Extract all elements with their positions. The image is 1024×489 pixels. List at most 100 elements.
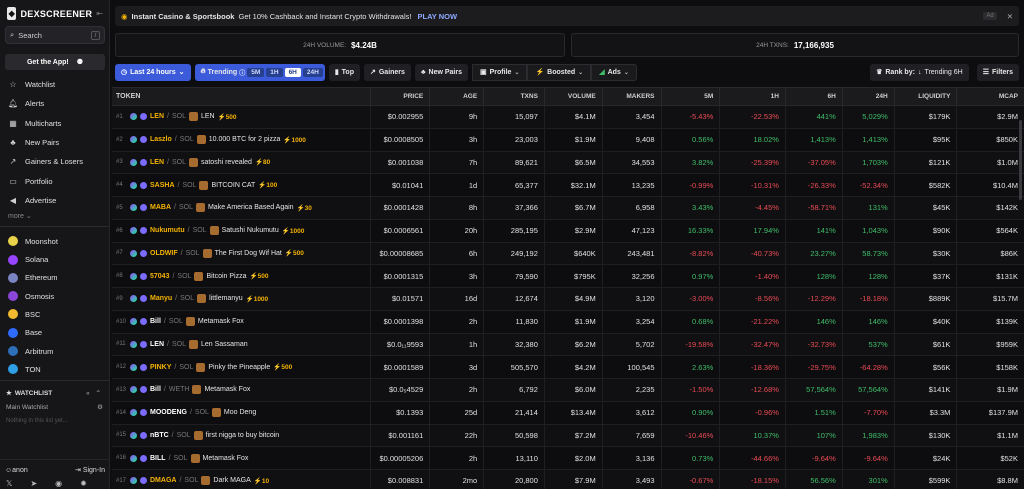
scrollbar[interactable] — [1019, 120, 1022, 200]
sign-in-button[interactable]: ⇥ Sign-In — [75, 466, 105, 474]
gainers-label: Gainers — [378, 68, 405, 76]
chain-item-solana[interactable]: Solana — [0, 250, 109, 268]
table-row[interactable]: #7 OLDWIF / SOL The First Dog Wif Hat ⚡50… — [112, 242, 1024, 266]
boosted-filter[interactable]: ⚡ Boosted ⌄ — [527, 63, 592, 81]
table-row[interactable]: #12 PINKY / SOL Pinky the Pineapple ⚡500 $… — [112, 356, 1024, 379]
token-cell[interactable]: #16 BILL / SOL Metamask Fox — [112, 447, 370, 469]
chain-item-moonshot[interactable]: Moonshot — [0, 232, 109, 250]
table-row[interactable]: #8 57043 / SOL Bitcoin Pizza ⚡500 $0.00013… — [112, 265, 1024, 288]
change-m5-cell: 0.97% — [660, 265, 720, 287]
watchlist-toggle-icon[interactable]: « ⌃ — [86, 389, 103, 397]
collapse-sidebar-icon[interactable]: ⇤ — [96, 9, 103, 18]
discord-icon[interactable]: ◉ — [55, 479, 62, 488]
column-header-mcap[interactable]: MCAP — [956, 87, 1024, 106]
token-cell[interactable]: #8 57043 / SOL Bitcoin Pizza ⚡500 — [112, 265, 370, 287]
token-cell[interactable]: #5 MABA / SOL Make America Based Again ⚡3… — [112, 197, 370, 219]
token-cell[interactable]: #6 Nukumutu / SOL Satushi Nukumutu ⚡1000 — [112, 220, 370, 242]
column-header-1h[interactable]: 1H — [719, 87, 785, 106]
change-h24-cell: 58.73% — [841, 242, 894, 265]
chain-item-bsc[interactable]: BSC — [0, 305, 109, 323]
sidebar-item-multicharts[interactable]: ▦ Multicharts — [0, 114, 109, 133]
table-row[interactable]: #13 Bill / WETH Metamask Fox $0.0₅4529 2h 6… — [112, 379, 1024, 402]
token-cell[interactable]: #11 LEN / SOL Len Sassaman — [112, 334, 370, 356]
ad-banner[interactable]: ◉ Instant Casino & Sportsbook Get 10% Ca… — [115, 6, 1019, 26]
sidebar-item-portfolio[interactable]: ▭ Portfolio — [0, 171, 109, 190]
token-cell[interactable]: #10 Bill / SOL Metamask Fox — [112, 311, 370, 333]
chain-item-arbitrum[interactable]: Arbitrum — [0, 342, 109, 360]
column-header-5m[interactable]: 5M — [660, 87, 720, 106]
table-row[interactable]: #11 LEN / SOL Len Sassaman $0.0₁₁9593 1h 32… — [112, 333, 1024, 357]
gainers-button[interactable]: ↗ Gainers — [363, 63, 411, 81]
search-button[interactable]: ⌕ Search / — [5, 26, 105, 44]
column-header-makers[interactable]: MAKERS — [601, 87, 661, 106]
sidebar-item-alerts[interactable]: 🔔︎ Alerts — [0, 94, 109, 113]
chain-item-ethereum[interactable]: Ethereum — [0, 269, 109, 287]
column-header-token[interactable]: TOKEN — [112, 87, 370, 106]
gear-icon[interactable]: ⚙ — [97, 403, 103, 411]
search-icon: ⌕ — [10, 30, 15, 39]
table-row[interactable]: #1 LEN / SOL LEN ⚡500 $0.002955 9h 15,097 $4.… — [112, 106, 1024, 129]
chain-item-osmosis[interactable]: Osmosis — [0, 287, 109, 305]
sidebar-item-gainers-losers[interactable]: ↗ Gainers & Losers — [0, 152, 109, 171]
column-header-age[interactable]: AGE — [429, 87, 483, 106]
column-header-6h[interactable]: 6H — [784, 87, 842, 106]
profile-filter[interactable]: ▣ Profile ⌄ — [472, 63, 528, 81]
table-row[interactable]: #14 MOODENG / SOL Moo Deng $0.1393 25d 21,4… — [112, 401, 1024, 425]
column-header-txns[interactable]: TXNS — [483, 87, 544, 106]
table-row[interactable]: #9 Manyu / SOL littlemanyu ⚡1000 $0.01571 1… — [112, 288, 1024, 311]
token-cell[interactable]: #13 Bill / WETH Metamask Fox — [112, 379, 370, 401]
chain-item-ton[interactable]: TON — [0, 360, 109, 378]
table-row[interactable]: #2 Laszlo / SOL 10.000 BTC for 2 pizza ⚡1… — [112, 128, 1024, 152]
column-header-liquidity[interactable]: LIQUIDITY — [893, 87, 957, 106]
close-icon[interactable]: ✕ — [1007, 12, 1013, 21]
top-button[interactable]: ▮ Top — [328, 63, 360, 81]
column-header-price[interactable]: PRICE — [370, 87, 429, 106]
filters-button[interactable]: ☰ Filters — [976, 63, 1019, 81]
table-row[interactable]: #10 Bill / SOL Metamask Fox $0.0001398 2h 1… — [112, 310, 1024, 334]
sidebar-item-advertise[interactable]: ◀ Advertise — [0, 191, 109, 210]
timeframe-dropdown[interactable]: ◷ Last 24 hours ⌄ — [115, 63, 191, 81]
table-row[interactable]: #16 BILL / SOL Metamask Fox $0.00005206 2h… — [112, 447, 1024, 470]
ads-filter[interactable]: ◢ Ads ⌄ — [591, 63, 637, 81]
get-app-button[interactable]: Get the App! ⚉ — [5, 54, 105, 70]
period-5m[interactable]: 5M — [247, 67, 265, 77]
token-cell[interactable]: #3 LEN / SOL satoshi revealed ⚡80 — [112, 152, 370, 174]
table-row[interactable]: #3 LEN / SOL satoshi revealed ⚡80 $0.00103… — [112, 151, 1024, 175]
telegram-icon[interactable]: ➤ — [30, 479, 37, 488]
play-now-link[interactable]: PLAY NOW — [417, 12, 457, 21]
token-cell[interactable]: #9 Manyu / SOL littlemanyu ⚡1000 — [112, 288, 370, 310]
token-cell[interactable]: #12 PINKY / SOL Pinky the Pineapple ⚡500 — [112, 356, 370, 378]
makers-cell: 3,454 — [601, 106, 661, 128]
chain-item-base[interactable]: Base — [0, 324, 109, 342]
token-cell[interactable]: #4 SASHA / SOL BITCOIN CAT ⚡100 — [112, 174, 370, 196]
token-cell[interactable]: #7 OLDWIF / SOL The First Dog Wif Hat ⚡50… — [112, 243, 370, 265]
more-button[interactable]: more ⌄ — [0, 210, 109, 224]
period-24h[interactable]: 24H — [302, 67, 323, 77]
theme-icon[interactable]: ✹ — [80, 479, 87, 488]
period-1h[interactable]: 1H — [266, 67, 283, 77]
logo[interactable]: ◆ DEXSCREENER ⇤ — [0, 0, 109, 21]
table-row[interactable]: #4 SASHA / SOL BITCOIN CAT ⚡100 $0.01041 1d… — [112, 174, 1024, 197]
table-row[interactable]: #5 MABA / SOL Make America Based Again ⚡3… — [112, 197, 1024, 220]
boost-badge: ⚡500 — [217, 113, 237, 121]
age-cell: 2h — [429, 447, 483, 469]
rank-by-dropdown[interactable]: ♛ Rank by: ↓ Trending 6H — [870, 63, 969, 81]
token-cell[interactable]: #17 DMAGA / SOL Dark MAGA ⚡10 — [112, 470, 370, 489]
token-cell[interactable]: #1 LEN / SOL LEN ⚡500 — [112, 106, 370, 128]
sidebar-item-new-pairs[interactable]: ♣ New Pairs — [0, 133, 109, 152]
token-cell[interactable]: #15 nBTC / SOL first nigga to buy bitcoi… — [112, 425, 370, 447]
column-header-volume[interactable]: VOLUME — [543, 87, 602, 106]
table-row[interactable]: #17 DMAGA / SOL Dark MAGA ⚡10 $0.008831 2mo… — [112, 470, 1024, 489]
sidebar-item-watchlist[interactable]: ☆ Watchlist — [0, 75, 109, 94]
period-6h[interactable]: 6H — [284, 67, 301, 77]
table-row[interactable]: #15 nBTC / SOL first nigga to buy bitcoi… — [112, 424, 1024, 448]
x-icon[interactable]: 𝕏 — [6, 479, 12, 488]
trending-group[interactable]: 🔥︎ Trending ⓘ 5M 1H 6H 24H — [194, 63, 325, 81]
token-cell[interactable]: #2 Laszlo / SOL 10.000 BTC for 2 pizza ⚡1… — [112, 129, 370, 151]
watchlist-header[interactable]: ★ WATCHLIST « ⌃ — [0, 386, 109, 400]
main-watchlist-row[interactable]: Main Watchlist ⚙ — [0, 400, 109, 414]
column-header-24h[interactable]: 24H — [841, 87, 894, 106]
table-row[interactable]: #6 Nukumutu / SOL Satushi Nukumutu ⚡1000 $… — [112, 219, 1024, 243]
new-pairs-button[interactable]: ♣ New Pairs — [414, 63, 468, 81]
token-cell[interactable]: #14 MOODENG / SOL Moo Deng — [112, 402, 370, 424]
